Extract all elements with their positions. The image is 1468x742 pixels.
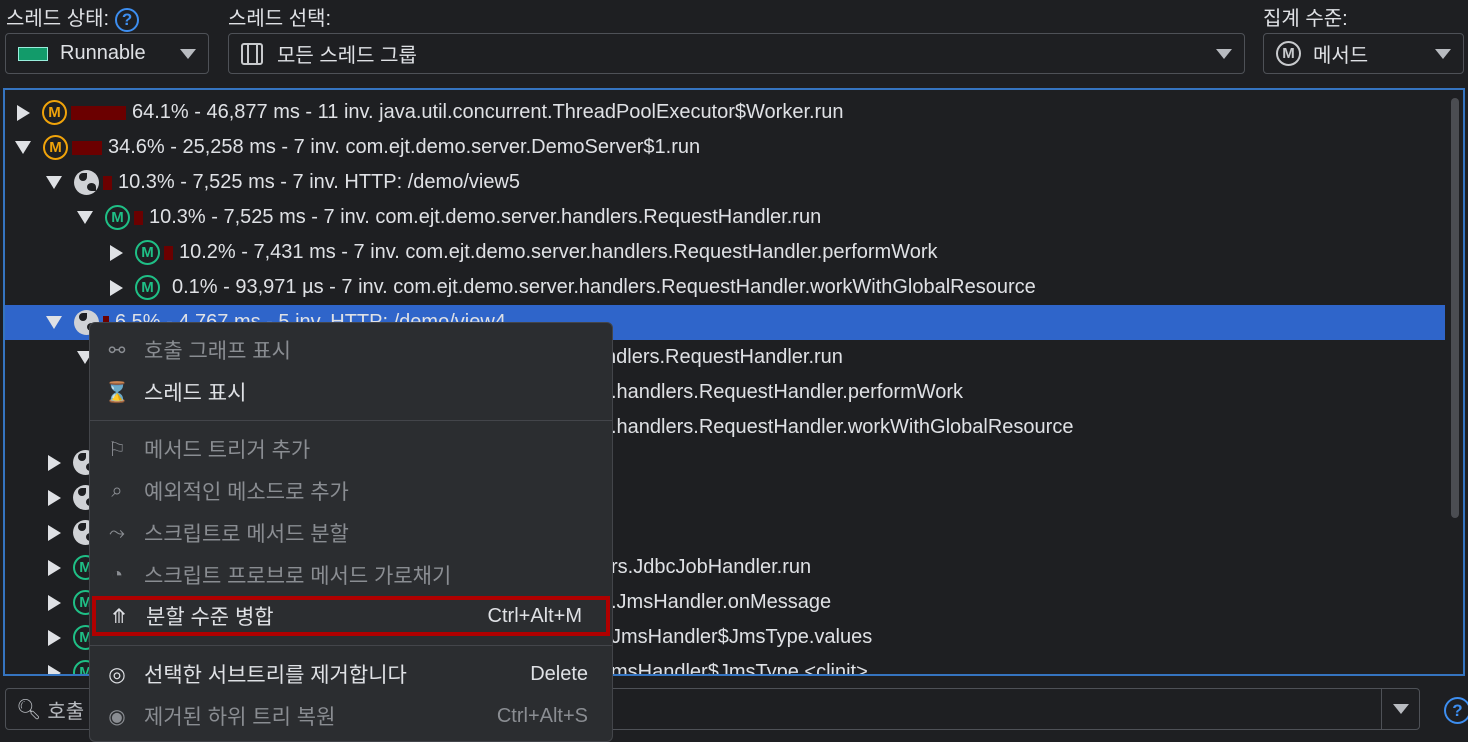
menu-item-shortcut: Delete bbox=[530, 662, 588, 685]
collapsed-triangle-icon[interactable] bbox=[48, 629, 61, 646]
menu-item-label: 분할 수준 병합 bbox=[146, 606, 274, 629]
vertical-scrollbar[interactable] bbox=[1451, 98, 1459, 518]
thread-group-icon bbox=[241, 42, 263, 65]
method-icon: M bbox=[43, 135, 68, 160]
collapsed-triangle-icon[interactable] bbox=[110, 244, 123, 261]
chevron-down-icon bbox=[180, 49, 196, 59]
collapsed-triangle-icon[interactable] bbox=[48, 594, 61, 611]
call-graph-icon: ⚯ bbox=[108, 339, 126, 362]
context-menu: ⚯ 호출 그래프 표시 ⌛ 스레드 표시 ⚐ 메서드 트리거 추가 ⌕ 예외적인 메소드로 추… bbox=[89, 322, 613, 742]
menu-item-label: 스크립트 프로브로 메서드 가로채기 bbox=[144, 565, 452, 588]
menu-item[interactable]: ◔ 스크립트 프로브로 메서드 가로채기 bbox=[90, 555, 612, 595]
tree-row[interactable]: M 34.6% - 25,258 ms - 7 inv. com.ejt.demo… bbox=[5, 130, 1445, 165]
percent-bar bbox=[103, 175, 112, 190]
menu-separator bbox=[90, 420, 612, 421]
menu-separator bbox=[90, 645, 612, 646]
tree-row[interactable]: M 64.1% - 46,877 ms - 11 inv. java.util.c… bbox=[5, 95, 1445, 130]
menu-item-label: 선택한 서브트리를 제거합니다 bbox=[144, 664, 407, 687]
tree-row-label: 10.3% - 7,525 ms - 7 inv. com.ejt.demo.s… bbox=[149, 206, 822, 228]
method-icon: M bbox=[42, 100, 67, 125]
menu-item-label: 제거된 하위 트리 복원 bbox=[144, 706, 336, 729]
expanded-triangle-icon[interactable] bbox=[77, 211, 93, 224]
menu-item[interactable]: ⚯ 호출 그래프 표시 bbox=[90, 330, 612, 370]
chevron-down-icon bbox=[1435, 49, 1451, 59]
expanded-triangle-icon[interactable] bbox=[15, 141, 31, 154]
help-icon[interactable]: ? bbox=[115, 7, 140, 32]
menu-item-label: 예외적인 메소드로 추가 bbox=[144, 481, 349, 504]
tree-row-label: .handlers.RequestHandler.performWork bbox=[611, 381, 964, 403]
thread-state-label: 스레드 상태:? bbox=[6, 2, 140, 32]
tree-row[interactable]: M 10.2% - 7,431 ms - 7 inv. com.ejt.demo.… bbox=[5, 235, 1445, 270]
menu-item[interactable]: ⤳ 스크립트로 메서드 분할 bbox=[90, 513, 612, 553]
percent-bar bbox=[71, 105, 126, 120]
aggregation-label: 집계 수준: bbox=[1263, 8, 1348, 30]
tree-row-label: JmsHandler$JmsType.values bbox=[611, 626, 873, 648]
search-icon: 🔍︎ bbox=[16, 698, 42, 721]
menu-item[interactable]: ◉ 제거된 하위 트리 복원 Ctrl+Alt+S bbox=[90, 696, 612, 736]
menu-item[interactable]: ⌛ 스레드 표시 bbox=[90, 372, 612, 412]
thread-state-dropdown[interactable]: Runnable bbox=[5, 33, 209, 74]
tree-row-label: .JmsHandler.onMessage bbox=[611, 591, 832, 613]
tree-row[interactable]: M 10.3% - 7,525 ms - 7 inv. com.ejt.demo.… bbox=[5, 200, 1445, 235]
collapsed-triangle-icon[interactable] bbox=[48, 664, 61, 674]
tree-row[interactable]: M 0.1% - 93,971 µs - 7 inv. com.ejt.demo.… bbox=[5, 270, 1445, 305]
chevron-down-icon bbox=[1216, 49, 1232, 59]
tree-row-label: 34.6% - 25,258 ms - 7 inv. com.ejt.demo.… bbox=[108, 136, 701, 158]
menu-item-label: 스레드 표시 bbox=[144, 382, 247, 405]
search-input[interactable]: 호출 bbox=[47, 695, 84, 724]
menu-item-shortcut: Ctrl+Alt+M bbox=[487, 604, 582, 627]
collapsed-triangle-icon[interactable] bbox=[48, 489, 61, 506]
collapsed-triangle-icon[interactable] bbox=[48, 524, 61, 541]
globe-icon bbox=[74, 170, 99, 195]
percent-bar bbox=[134, 210, 143, 225]
tree-row-label: 10.2% - 7,431 ms - 7 inv. com.ejt.demo.s… bbox=[179, 241, 938, 263]
search-history-dropdown[interactable] bbox=[1381, 689, 1419, 729]
tree-row-label: 10.3% - 7,525 ms - 7 inv. HTTP: /demo/vi… bbox=[118, 171, 521, 193]
flag-icon: ⚐ bbox=[108, 438, 126, 461]
tree-row-label: rs.JdbcJobHandler.run bbox=[611, 556, 812, 578]
method-icon: M bbox=[1276, 41, 1301, 66]
expanded-triangle-icon[interactable] bbox=[46, 176, 62, 189]
collapsed-triangle-icon[interactable] bbox=[17, 104, 30, 121]
state-color-swatch bbox=[18, 46, 48, 61]
menu-item[interactable]: ⚐ 메서드 트리거 추가 bbox=[90, 429, 612, 469]
thread-select-label: 스레드 선택: bbox=[228, 8, 332, 30]
tree-row[interactable]: 10.3% - 7,525 ms - 7 inv. HTTP: /demo/vi… bbox=[5, 165, 1445, 200]
menu-item-label: 호출 그래프 표시 bbox=[144, 340, 291, 363]
thread-spool-icon: ⌛ bbox=[104, 381, 130, 404]
tree-row-label: msHandler$JmsType.<clinit> bbox=[611, 661, 868, 676]
merge-icon: ⤊ bbox=[110, 605, 128, 628]
collapsed-triangle-icon[interactable] bbox=[48, 454, 61, 471]
thread-group-dropdown[interactable]: 모든 스레드 그룹 bbox=[228, 33, 1245, 74]
menu-item[interactable]: ◎ 선택한 서브트리를 제거합니다 Delete bbox=[90, 654, 612, 694]
tree-row-label: .handlers.RequestHandler.workWithGlobalR… bbox=[611, 416, 1074, 438]
gauge-icon: ◔ bbox=[110, 563, 124, 586]
menu-item[interactable]: ⤊ 분할 수준 병합 Ctrl+Alt+M bbox=[92, 596, 610, 636]
menu-item[interactable]: ⌕ 예외적인 메소드로 추가 bbox=[90, 471, 612, 511]
percent-bar bbox=[72, 140, 102, 155]
aggregation-dropdown[interactable]: M 메서드 bbox=[1263, 33, 1464, 74]
tree-row-label: ndlers.RequestHandler.run bbox=[605, 346, 843, 368]
eye-icon: ◉ bbox=[108, 705, 126, 728]
method-icon: M bbox=[105, 205, 130, 230]
split-arrow-icon: ⤳ bbox=[109, 521, 125, 544]
collapsed-triangle-icon[interactable] bbox=[110, 279, 123, 296]
help-icon[interactable]: ? bbox=[1444, 697, 1468, 724]
eye-slash-icon: ◎ bbox=[108, 663, 126, 686]
menu-item-shortcut: Ctrl+Alt+S bbox=[496, 704, 588, 727]
focus-search-icon: ⌕ bbox=[111, 479, 123, 502]
tree-row-label: 64.1% - 46,877 ms - 11 inv. java.util.co… bbox=[132, 101, 844, 123]
menu-item-label: 스크립트로 메서드 분할 bbox=[144, 523, 349, 546]
method-icon: M bbox=[135, 275, 160, 300]
percent-bar bbox=[164, 245, 173, 260]
menu-item-label: 메서드 트리거 추가 bbox=[144, 439, 311, 462]
method-icon: M bbox=[135, 240, 160, 265]
collapsed-triangle-icon[interactable] bbox=[48, 559, 61, 576]
tree-row-label: 0.1% - 93,971 µs - 7 inv. com.ejt.demo.s… bbox=[172, 276, 1036, 298]
expanded-triangle-icon[interactable] bbox=[46, 316, 62, 329]
